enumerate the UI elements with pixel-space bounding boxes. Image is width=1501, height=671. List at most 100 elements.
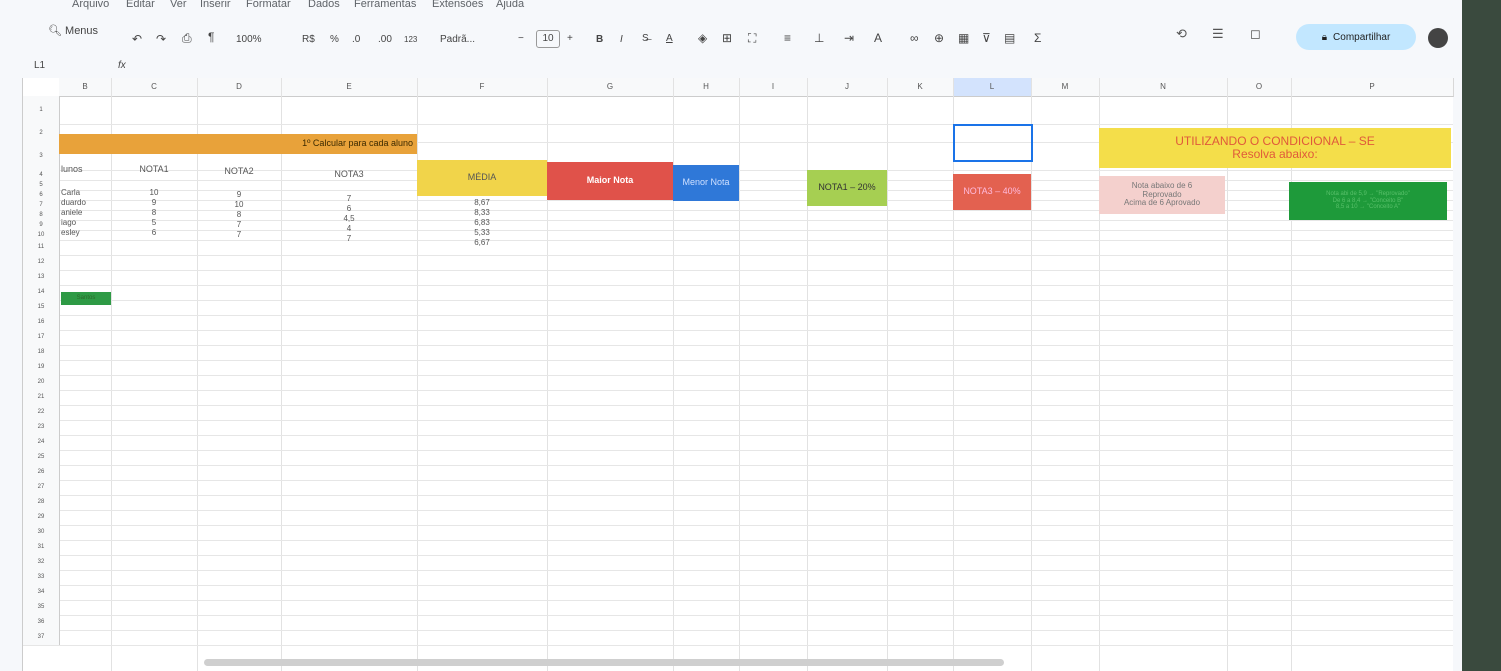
media-cell[interactable]: 8,33 xyxy=(417,208,547,217)
paint-format-icon[interactable]: ¶ xyxy=(208,30,214,44)
banner-cell[interactable]: 1º Calcular para cada aluno xyxy=(59,134,417,154)
row-header[interactable]: 18 xyxy=(23,345,60,360)
history-icon[interactable]: ⟲ xyxy=(1176,26,1187,42)
row-header[interactable]: 33 xyxy=(23,570,60,585)
student-name[interactable]: iago xyxy=(61,218,76,227)
zoom-select[interactable]: 100% xyxy=(236,34,262,45)
row-header[interactable]: 16 xyxy=(23,315,60,330)
font-size-decrease[interactable]: − xyxy=(518,33,524,44)
nota2-cell[interactable]: 7 xyxy=(197,220,281,229)
header-nota3-pct[interactable]: NOTA3 – 40% xyxy=(953,174,1031,210)
header-nota1-pct[interactable]: NOTA1 – 20% xyxy=(807,170,887,206)
menu-arquivo[interactable]: Arquivo xyxy=(72,0,109,10)
row-header[interactable]: 23 xyxy=(23,420,60,435)
row-header[interactable]: 26 xyxy=(23,465,60,480)
italic-button[interactable]: I xyxy=(620,34,623,45)
decrease-decimal-button[interactable]: .0 xyxy=(352,34,360,45)
row-header[interactable]: 6 xyxy=(23,190,60,200)
row-header[interactable]: 14 xyxy=(23,285,60,300)
number-format-button[interactable]: 123 xyxy=(404,35,417,44)
row-header[interactable]: 27 xyxy=(23,480,60,495)
nota3-cell[interactable]: 7 xyxy=(281,234,417,243)
header-maior-nota[interactable]: Maior Nota xyxy=(547,162,673,200)
header-nota1[interactable]: NOTA1 xyxy=(111,164,197,174)
nota1-cell[interactable]: 6 xyxy=(111,228,197,237)
share-button[interactable]: 🔒︎ Compartilhar xyxy=(1296,24,1416,50)
row-header[interactable]: 34 xyxy=(23,585,60,600)
student-name[interactable]: duardo xyxy=(61,198,86,207)
media-cell[interactable]: 6,83 xyxy=(417,218,547,227)
media-cell[interactable]: 8,67 xyxy=(417,198,547,207)
row-header[interactable]: 19 xyxy=(23,360,60,375)
menu-editar[interactable]: Editar xyxy=(126,0,155,10)
font-size-increase[interactable]: + xyxy=(567,33,573,44)
header-nota3[interactable]: NOTA3 xyxy=(281,169,417,179)
row-header[interactable]: 8 xyxy=(23,210,60,220)
rule1-cell[interactable]: Nota abaixo de 6 Reprovado Acima de 6 Ap… xyxy=(1099,176,1225,214)
strikethrough-icon[interactable]: S̶ xyxy=(642,33,649,44)
borders-icon[interactable]: ⊞ xyxy=(722,31,732,45)
row-header[interactable]: 31 xyxy=(23,540,60,555)
row-header[interactable]: 25 xyxy=(23,450,60,465)
fill-color-icon[interactable]: ◈ xyxy=(698,31,707,45)
row-header[interactable]: 12 xyxy=(23,255,60,270)
menu-ajuda[interactable]: Ajuda xyxy=(496,0,524,10)
row-header[interactable]: 1 xyxy=(23,96,60,124)
row-header[interactable]: 11 xyxy=(23,240,60,255)
row-header[interactable]: 28 xyxy=(23,495,60,510)
row-header[interactable]: 21 xyxy=(23,390,60,405)
increase-decimal-button[interactable]: .00 xyxy=(378,34,392,45)
avatar[interactable] xyxy=(1428,28,1448,48)
student-name[interactable]: esley xyxy=(61,228,80,237)
menu-ver[interactable]: Ver xyxy=(170,0,187,10)
row-header[interactable]: 5 xyxy=(23,180,60,190)
currency-button[interactable]: R$ xyxy=(302,34,315,45)
merge-icon[interactable]: ⛶ xyxy=(748,31,756,46)
row-header[interactable]: 3 xyxy=(23,142,60,170)
nota2-cell[interactable]: 10 xyxy=(197,200,281,209)
nota2-cell[interactable]: 7 xyxy=(197,230,281,239)
row-header[interactable]: 9 xyxy=(23,220,60,230)
menu-extensoes[interactable]: Extensões xyxy=(432,0,483,10)
col-header-m[interactable]: M xyxy=(1031,78,1100,97)
col-header-e[interactable]: E xyxy=(281,78,418,97)
nota1-cell[interactable]: 8 xyxy=(111,208,197,217)
col-header-j[interactable]: J xyxy=(807,78,888,97)
student-name[interactable]: Carla xyxy=(61,188,80,197)
comments-icon[interactable]: ☰ xyxy=(1212,26,1224,42)
nota3-cell[interactable]: 6 xyxy=(281,204,417,213)
col-header-c[interactable]: C xyxy=(111,78,198,97)
functions-icon[interactable]: Σ xyxy=(1034,31,1041,45)
font-select[interactable]: Padrã... xyxy=(440,34,475,45)
valign-icon[interactable]: ⊥ xyxy=(814,31,824,45)
nota2-cell[interactable]: 9 xyxy=(197,190,281,199)
media-cell[interactable]: 6,67 xyxy=(417,238,547,247)
menu-formatar[interactable]: Formatar xyxy=(246,0,291,10)
row-header[interactable]: 13 xyxy=(23,270,60,285)
col-header-h[interactable]: H xyxy=(673,78,740,97)
col-header-d[interactable]: D xyxy=(197,78,282,97)
filter-icon[interactable]: ⊽ xyxy=(982,31,991,45)
align-icon[interactable]: ≡ xyxy=(784,31,791,45)
nota1-cell[interactable]: 9 xyxy=(111,198,197,207)
student-name[interactable]: aniele xyxy=(61,208,82,217)
menu-dados[interactable]: Dados xyxy=(308,0,340,10)
selected-cell[interactable] xyxy=(953,124,1033,162)
media-cell[interactable]: 5,33 xyxy=(417,228,547,237)
filter-views-icon[interactable]: ▤ xyxy=(1004,31,1015,45)
col-header-p[interactable]: P xyxy=(1291,78,1454,97)
row-header[interactable]: 30 xyxy=(23,525,60,540)
chart-icon[interactable]: ▦ xyxy=(958,31,969,45)
col-header-b[interactable]: B xyxy=(59,78,112,97)
header-menor-nota[interactable]: Menor Nota xyxy=(673,165,739,201)
search-menus[interactable]: 🔍︎ Menus xyxy=(48,24,98,37)
row-header[interactable]: 22 xyxy=(23,405,60,420)
undo-icon[interactable]: ↶ xyxy=(132,32,142,46)
rule2-cell[interactable]: Nota abi de 5,9 → "Reprovado" De 6 a 8,4… xyxy=(1289,182,1447,220)
row-header[interactable]: 20 xyxy=(23,375,60,390)
name-box[interactable]: L1 xyxy=(34,60,45,71)
nota1-cell[interactable]: 10 xyxy=(111,188,197,197)
rotate-icon[interactable]: A xyxy=(874,31,882,45)
col-header-i[interactable]: I xyxy=(739,78,808,97)
conditional-box[interactable]: UTILIZANDO O CONDICIONAL – SE Resolva ab… xyxy=(1099,128,1451,168)
